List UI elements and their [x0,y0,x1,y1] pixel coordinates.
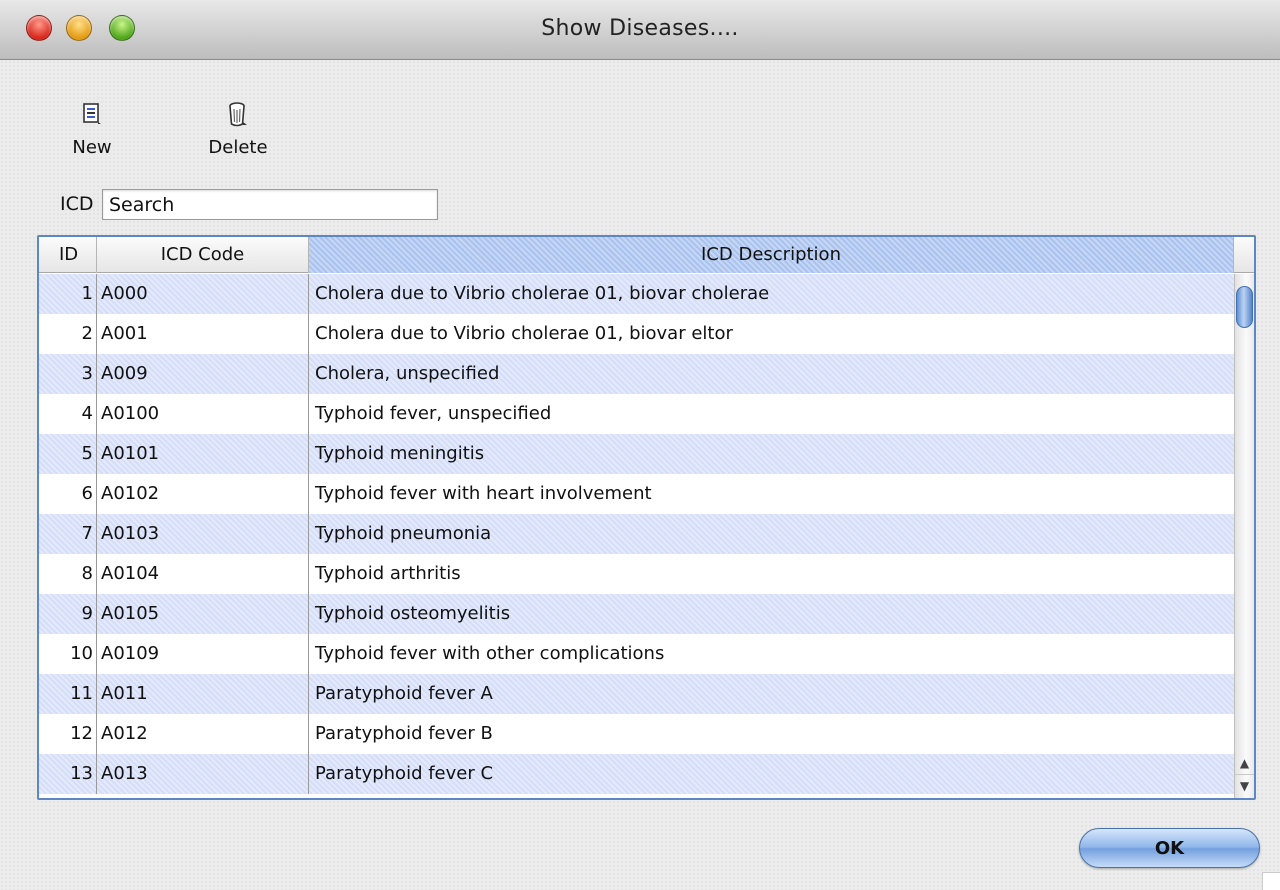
cell-icd-description: Paratyphoid fever C [315,763,494,784]
column-header-id[interactable]: ID [39,237,97,273]
icd-search-label: ICD [60,193,94,215]
cell-id: 12 [39,714,97,754]
table-row[interactable]: 11 A011 Paratyphoid fever A [39,674,1234,714]
cell-id: 10 [39,634,97,674]
cell-id: 8 [39,554,97,594]
header-corner [1234,237,1254,273]
scroll-up-arrow-icon[interactable]: ▲ [1235,752,1254,774]
cell-icd-code: A012 [97,714,309,754]
table-row[interactable]: 1 A000 Cholera due to Vibrio cholerae 01… [39,274,1234,314]
column-header-icd-description[interactable]: ICD Description [309,237,1234,273]
scroll-down-arrow-icon[interactable]: ▼ [1235,774,1254,796]
cell-icd-code: A000 [97,274,309,314]
new-document-icon [58,100,126,130]
cell-id: 9 [39,594,97,634]
cell-id: 7 [39,514,97,554]
table-row[interactable]: 12 A012 Paratyphoid fever B [39,714,1234,754]
new-button-label: New [72,137,112,158]
cell-id: 1 [39,274,97,314]
cell-icd-code: A011 [97,674,309,714]
cell-id: 5 [39,434,97,474]
table-row[interactable]: 13 A013 Paratyphoid fever C [39,754,1234,794]
cell-icd-description: Paratyphoid fever B [315,723,493,744]
cell-icd-code: A0109 [97,634,309,674]
window-title: Show Diseases.... [541,16,739,41]
cell-icd-code: A0105 [97,594,309,634]
cell-icd-description: Typhoid osteomyelitis [315,603,511,624]
table-row[interactable]: 9 A0105 Typhoid osteomyelitis [39,594,1234,634]
cell-icd-code: A013 [97,754,309,794]
cell-id: 13 [39,754,97,794]
cell-id: 3 [39,354,97,394]
cell-icd-code: A0101 [97,434,309,474]
cell-icd-description: Cholera, unspecified [315,363,500,384]
cell-icd-description: Typhoid fever with other complications [315,643,665,664]
icd-search-input[interactable] [102,189,438,220]
cell-icd-description: Typhoid pneumonia [315,523,492,544]
vertical-scrollbar[interactable]: ▲ ▼ [1234,274,1254,798]
title-bar: Show Diseases.... [0,0,1280,60]
table-row[interactable]: 6 A0102 Typhoid fever with heart involve… [39,474,1234,514]
new-button[interactable]: New [58,100,126,158]
cell-icd-code: A001 [97,314,309,354]
cell-id: 6 [39,474,97,514]
resize-grip[interactable] [1262,872,1280,890]
cell-icd-code: A0103 [97,514,309,554]
cell-id: 4 [39,394,97,434]
cell-icd-description: Typhoid fever with heart involvement [315,483,652,504]
table-row[interactable]: 2 A001 Cholera due to Vibrio cholerae 01… [39,314,1234,354]
column-header-icd-code[interactable]: ICD Code [97,237,309,273]
table-row[interactable]: 10 A0109 Typhoid fever with other compli… [39,634,1234,674]
delete-button[interactable]: Delete [198,100,278,158]
cell-icd-code: A009 [97,354,309,394]
table-row[interactable]: 7 A0103 Typhoid pneumonia [39,514,1234,554]
table-row[interactable]: 5 A0101 Typhoid meningitis [39,434,1234,474]
table-body: 1 A000 Cholera due to Vibrio cholerae 01… [39,274,1234,794]
cell-icd-description: Typhoid meningitis [315,443,485,464]
table-row[interactable]: 4 A0100 Typhoid fever, unspecified [39,394,1234,434]
scrollbar-thumb[interactable] [1236,286,1253,328]
cell-id: 2 [39,314,97,354]
cell-id: 11 [39,674,97,714]
table-row[interactable]: 8 A0104 Typhoid arthritis [39,554,1234,594]
cell-icd-description: Cholera due to Vibrio cholerae 01, biova… [315,323,733,344]
cell-icd-description: Typhoid arthritis [315,563,461,584]
cell-icd-description: Typhoid fever, unspecified [315,403,552,424]
table-row[interactable]: 3 A009 Cholera, unspecified [39,354,1234,394]
cell-icd-code: A0104 [97,554,309,594]
cell-icd-code: A0100 [97,394,309,434]
cell-icd-description: Paratyphoid fever A [315,683,493,704]
ok-button[interactable]: OK [1079,828,1260,868]
cell-icd-description: Cholera due to Vibrio cholerae 01, biova… [315,283,770,304]
delete-button-label: Delete [208,137,268,158]
diseases-table: ID ICD Code ICD Description 1 A000 Chole… [37,235,1256,800]
table-header: ID ICD Code ICD Description [39,237,1254,273]
cell-icd-code: A0102 [97,474,309,514]
trash-can-icon [198,100,278,130]
